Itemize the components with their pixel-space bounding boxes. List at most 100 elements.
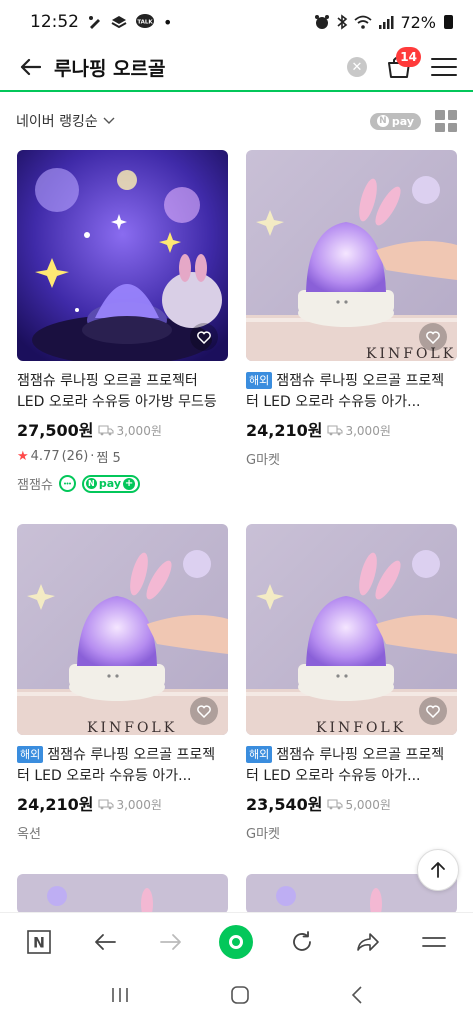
seller-name[interactable]: 잼잼슈 [17,474,53,493]
shipping-fee-value: 3,000원 [116,423,162,438]
product-card[interactable]: KINFOLK 해외 잼잼슈 루나핑 오르골 프로젝터 LED 오로라 수유등 아… [17,524,228,842]
naver-home-letter: N [33,935,45,951]
wishlist-heart-icon[interactable] [419,697,447,725]
hamburger-menu-icon[interactable] [431,54,457,80]
npay-filter-toggle[interactable]: N pay [369,112,421,130]
overseas-badge: 해외 [246,746,273,763]
star-icon: ★ [17,449,29,464]
seller-row: G마켓 [246,449,457,468]
product-price: 24,210원 [17,795,94,814]
product-title[interactable]: 잼잼슈 루나핑 오르골 프로젝터 LED 오로라 수유등 아가방 무드등 [17,371,228,413]
recent-apps-icon[interactable] [109,986,131,1008]
sort-bar: 네이버 랭킹순 N pay [0,100,473,142]
home-icon[interactable] [229,984,251,1010]
talk-icon-label: TALK [137,20,153,26]
status-bar: 12:52 TALK • 72% [0,0,473,44]
product-image[interactable]: KINFOLK [246,150,457,361]
toolbar-menu-icon[interactable] [414,922,454,962]
product-title-text: 잼잼슈 루나핑 오르골 프로젝터 LED 오로라 수유등 아가... [246,373,445,410]
seller-name[interactable]: G마켓 [246,449,280,468]
seller-name[interactable]: G마켓 [246,823,280,842]
wishlist-heart-icon[interactable] [190,323,218,351]
grid-view-icon[interactable] [435,110,457,132]
browser-forward-icon[interactable] [151,922,191,962]
chevron-down-icon [103,117,115,124]
separator-dot: · [90,449,95,464]
product-price: 23,540원 [246,795,323,814]
pen-icon [87,14,103,30]
scroll-to-top-button[interactable] [417,849,459,891]
back-arrow-icon[interactable] [16,53,44,81]
green-dot-icon[interactable] [216,922,256,962]
truck-icon [327,799,344,810]
talktalk-icon[interactable] [58,475,76,492]
shipping-fee-value: 5,000원 [345,797,391,812]
cart-count-badge: 14 [396,47,421,67]
product-card[interactable]: KINFOLK 해외 잼잼슈 루나핑 오르골 프로젝터 LED 오로라 수유등 아… [246,524,457,842]
price-row: 24,210원 3,000원 [17,791,228,815]
product-title[interactable]: 해외 잼잼슈 루나핑 오르골 프로젝터 LED 오로라 수유등 아가... [17,745,228,787]
status-dot: • [163,12,173,32]
rating-value: 4.77 [30,449,60,464]
kinfolk-book-text: KINFOLK [366,346,456,361]
wishlist-heart-icon[interactable] [190,697,218,725]
shipping-fee: 5,000원 [327,796,391,813]
product-title-text: 잼잼슈 루나핑 오르골 프로젝터 LED 오로라 수유등 아가... [246,747,445,784]
product-image[interactable] [17,874,228,914]
favorite-count: 찜 5 [96,451,121,466]
header-actions: ✕ 14 [347,47,457,81]
overseas-badge: 해외 [246,372,273,389]
sort-right: N pay [369,110,457,132]
wifi-icon [354,14,373,30]
status-right: 72% [314,13,453,32]
wishlist-heart-icon[interactable] [419,323,447,351]
product-image[interactable]: KINFOLK [17,524,228,735]
product-card[interactable]: 잼잼슈 루나핑 오르골 프로젝터 LED 오로라 수유등 아가방 무드등 27,… [17,150,228,493]
browser-toolbar: N [0,912,473,970]
review-count: (26) [61,449,89,464]
browser-back-icon[interactable] [85,922,125,962]
seller-row: 옥션 [17,823,228,842]
npay-label: pay [98,477,122,490]
product-title[interactable]: 해외 잼잼슈 루나핑 오르골 프로젝터 LED 오로라 수유등 아가... [246,745,457,787]
shipping-fee: 3,000원 [98,422,162,439]
shipping-fee: 3,000원 [327,422,391,439]
battery-percent: 72% [400,12,436,32]
system-back-icon[interactable] [350,985,364,1009]
price-row: 23,540원 5,000원 [246,791,457,815]
search-query[interactable]: 루나핑 오르골 [54,54,166,81]
search-header: 루나핑 오르골 ✕ 14 [0,44,473,92]
status-time: 12:52 [30,12,79,32]
status-left: 12:52 TALK • [30,12,172,32]
product-title-text: 잼잼슈 루나핑 오르골 프로젝터 LED 오로라 수유등 아가... [17,747,216,784]
product-card-partial[interactable] [17,874,228,914]
product-title[interactable]: 해외 잼잼슈 루나핑 오르골 프로젝터 LED 오로라 수유등 아가... [246,371,457,413]
share-icon[interactable] [348,922,388,962]
clear-search-button[interactable]: ✕ [347,57,367,77]
kinfolk-book-text: KINFOLK [87,720,177,735]
seller-row: 잼잼슈 N pay + [17,474,228,493]
seller-name[interactable]: 옥션 [17,823,41,842]
truck-icon [327,425,344,436]
arrow-up-icon [431,862,445,878]
npay-filter-label: pay [391,114,414,128]
product-card[interactable]: KINFOLK 해외 잼잼슈 루나핑 오르골 프로젝터 LED 오로라 수유등 아… [246,150,457,468]
npay-plus-badge: N pay + [81,474,141,493]
truck-icon [98,425,115,436]
seller-row: G마켓 [246,823,457,842]
plus-icon: + [123,477,136,490]
sort-dropdown[interactable]: 네이버 랭킹순 [16,111,116,131]
refresh-icon[interactable] [282,922,322,962]
npay-n-icon: N [376,115,389,127]
product-price: 24,210원 [246,421,323,440]
product-image[interactable]: KINFOLK [246,524,457,735]
sort-label: 네이버 랭킹순 [16,114,98,130]
product-title-text: 잼잼슈 루나핑 오르골 프로젝터 LED 오로라 수유등 아가방 무드등 [17,373,217,410]
product-price: 27,500원 [17,421,94,440]
system-nav-bar [0,970,473,1024]
price-row: 24,210원 3,000원 [246,417,457,441]
naver-home-icon[interactable]: N [19,922,59,962]
product-image[interactable] [17,150,228,361]
price-row: 27,500원 3,000원 [17,417,228,441]
cart-button[interactable]: 14 [385,47,421,81]
